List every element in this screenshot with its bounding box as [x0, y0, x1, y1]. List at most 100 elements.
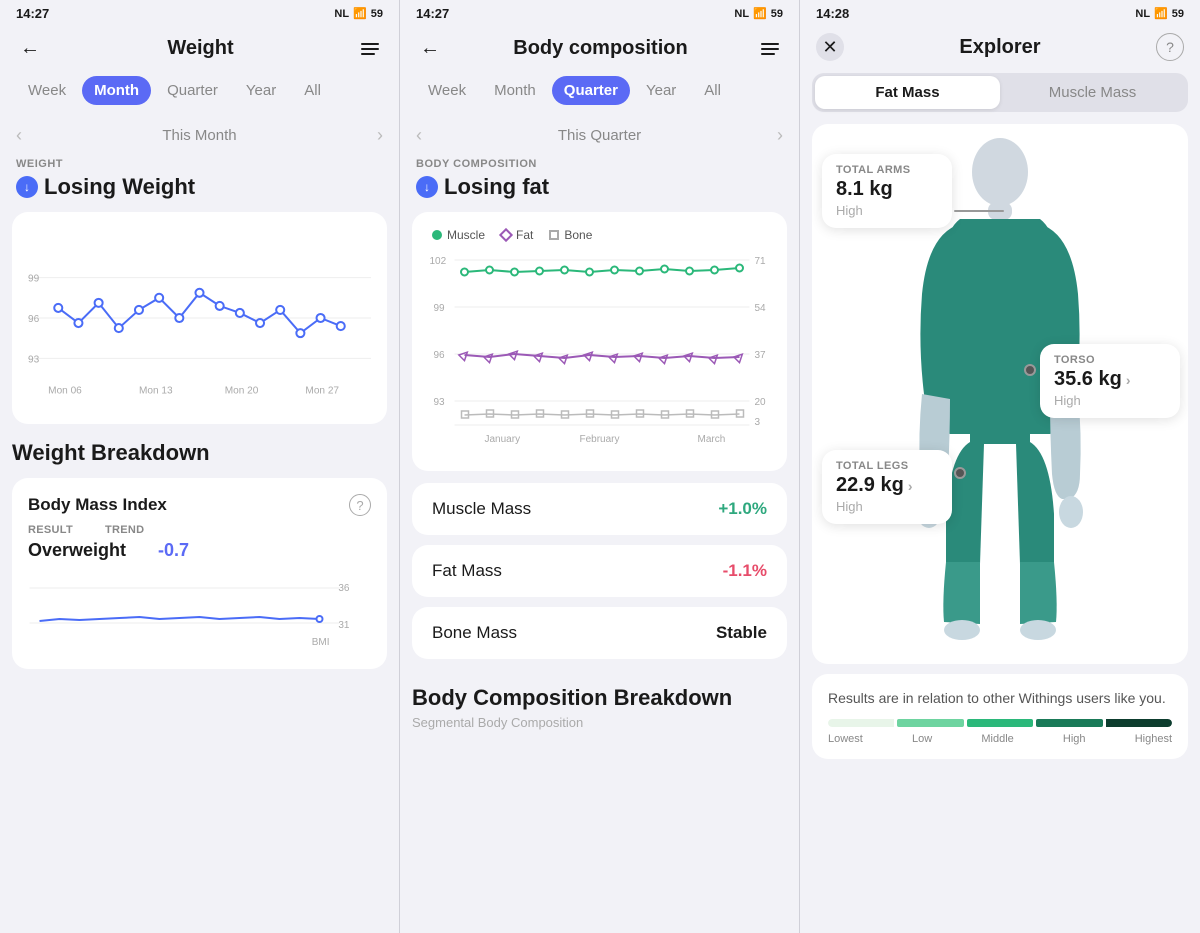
bone-legend-square — [549, 230, 559, 240]
fat-legend-label: Fat — [516, 228, 533, 242]
svg-text:96: 96 — [28, 314, 40, 325]
prev-period-1[interactable]: ‹ — [16, 125, 22, 146]
body-composition-panel: 14:27 NL 📶 59 ← Body composition Week Mo… — [400, 0, 800, 933]
svg-text:93: 93 — [28, 354, 40, 365]
explorer-header: ✕ Explorer ? — [800, 25, 1200, 73]
result-value: Overweight — [28, 540, 126, 561]
body-comp-chart-container: Muscle Fat Bone 102 — [412, 212, 787, 471]
menu-button-2[interactable] — [757, 39, 783, 59]
bmi-title-row: Body Mass Index ? — [28, 494, 371, 516]
torso-status: High — [1054, 393, 1166, 408]
nfc-icon-3: NL — [1135, 8, 1150, 20]
svg-text:93: 93 — [434, 397, 446, 408]
losing-weight-text: Losing Weight — [44, 174, 195, 200]
next-period-1[interactable]: › — [377, 125, 383, 146]
tab-year-1[interactable]: Year — [234, 76, 288, 105]
arms-connector — [954, 210, 1004, 212]
arms-label: TOTAL ARMS — [836, 164, 938, 176]
highest-label: Highest — [1135, 733, 1172, 745]
menu-button-1[interactable] — [357, 39, 383, 59]
bone-mass-card: Bone Mass Stable — [412, 607, 787, 659]
battery-icon-2: 59 — [771, 8, 783, 20]
bone-legend: Bone — [549, 228, 592, 242]
bmi-chart: 36 31 BMI — [28, 573, 371, 653]
high-segment — [1036, 719, 1102, 727]
body-comp-title: Body composition — [513, 37, 687, 60]
comp-breakdown: Body Composition Breakdown Segmental Bod… — [400, 669, 799, 738]
fat-mass-value: -1.1% — [723, 561, 767, 581]
time-3: 14:28 — [816, 6, 849, 21]
body-model-container: TOTAL ARMS 8.1 kg High TORSO 35.6 kg › H… — [812, 124, 1188, 664]
body-comp-scroll[interactable]: ‹ This Quarter › BODY COMPOSITION ↓ Losi… — [400, 117, 799, 933]
low-label: Low — [912, 733, 932, 745]
back-button-2[interactable]: ← — [416, 33, 444, 64]
legs-connector-dot — [954, 467, 966, 479]
legend-color-bar — [828, 719, 1172, 727]
weight-chart-container: 99 96 93 — [12, 212, 387, 424]
fat-mass-label: Fat Mass — [432, 561, 502, 581]
lowest-label: Lowest — [828, 733, 863, 745]
body-comp-tabs: Week Month Quarter Year All — [400, 76, 799, 117]
trend-value: -0.7 — [158, 540, 189, 561]
status-icons-2: NL 📶 59 — [734, 7, 783, 20]
metrics-list: Muscle Mass +1.0% Fat Mass -1.1% Bone Ma… — [400, 483, 799, 659]
next-period-2[interactable]: › — [777, 125, 783, 146]
back-button-1[interactable]: ← — [16, 33, 44, 64]
muscle-legend-dot — [432, 230, 442, 240]
status-icons-1: NL 📶 59 — [334, 7, 383, 20]
results-text: Results are in relation to other Withing… — [828, 688, 1172, 709]
bmi-card-title: Body Mass Index — [28, 495, 167, 515]
period-nav-1: ‹ This Month › — [0, 117, 399, 154]
explorer-scroll[interactable]: Fat Mass Muscle Mass — [800, 73, 1200, 933]
muscle-legend: Muscle — [432, 228, 485, 242]
close-button[interactable]: ✕ — [816, 33, 844, 61]
tab-quarter-1[interactable]: Quarter — [155, 76, 230, 105]
period-label-1: This Month — [162, 127, 236, 144]
tab-month-1[interactable]: Month — [82, 76, 151, 105]
weight-header: ← Weight — [0, 25, 399, 76]
segmental-label: Segmental Body Composition — [412, 715, 787, 730]
bmi-card: Body Mass Index ? RESULT TREND Overweigh… — [12, 478, 387, 669]
bone-mass-value: Stable — [716, 623, 767, 643]
tab-week-2[interactable]: Week — [416, 76, 478, 105]
muscle-mass-card: Muscle Mass +1.0% — [412, 483, 787, 535]
svg-text:102: 102 — [430, 256, 447, 267]
tab-month-2[interactable]: Month — [482, 76, 548, 105]
highest-segment — [1106, 719, 1172, 727]
tab-year-2[interactable]: Year — [634, 76, 688, 105]
time-2: 14:27 — [416, 6, 449, 21]
weight-scroll[interactable]: ‹ This Month › WEIGHT ↓ Losing Weight 99… — [0, 117, 399, 933]
segment-toggle[interactable]: Fat Mass Muscle Mass — [812, 73, 1188, 112]
battery-icon: 59 — [371, 8, 383, 20]
tab-all-2[interactable]: All — [692, 76, 733, 105]
status-bar-1: 14:27 NL 📶 59 — [0, 0, 399, 25]
torso-label: TORSO — [1054, 354, 1166, 366]
fat-legend-diamond — [499, 228, 513, 242]
torso-connector-dot — [1024, 364, 1036, 376]
svg-text:3: 3 — [755, 417, 761, 428]
bmi-values-row: Overweight -0.7 — [28, 540, 371, 561]
muscle-mass-toggle[interactable]: Muscle Mass — [1000, 76, 1185, 109]
svg-text:Mon 13: Mon 13 — [139, 386, 173, 397]
fat-mass-toggle[interactable]: Fat Mass — [815, 76, 1000, 109]
tab-all-1[interactable]: All — [292, 76, 333, 105]
bmi-info-button[interactable]: ? — [349, 494, 371, 516]
torso-annotation: TORSO 35.6 kg › High — [1040, 344, 1180, 418]
svg-text:31: 31 — [338, 620, 350, 631]
middle-label: Middle — [981, 733, 1013, 745]
results-legend: Results are in relation to other Withing… — [812, 674, 1188, 759]
comp-breakdown-title: Body Composition Breakdown — [412, 685, 787, 711]
svg-text:BMI: BMI — [312, 637, 330, 648]
svg-text:71: 71 — [755, 256, 767, 267]
tab-quarter-2[interactable]: Quarter — [552, 76, 630, 105]
status-bar-2: 14:27 NL 📶 59 — [400, 0, 799, 25]
legs-label: TOTAL LEGS — [836, 460, 938, 472]
result-label: RESULT — [28, 524, 73, 536]
help-button[interactable]: ? — [1156, 33, 1184, 61]
svg-text:36: 36 — [338, 583, 350, 594]
tab-week-1[interactable]: Week — [16, 76, 78, 105]
arms-value: 8.1 kg — [836, 178, 938, 201]
body-comp-header: ← Body composition — [400, 25, 799, 76]
muscle-mass-value: +1.0% — [718, 499, 767, 519]
prev-period-2[interactable]: ‹ — [416, 125, 422, 146]
